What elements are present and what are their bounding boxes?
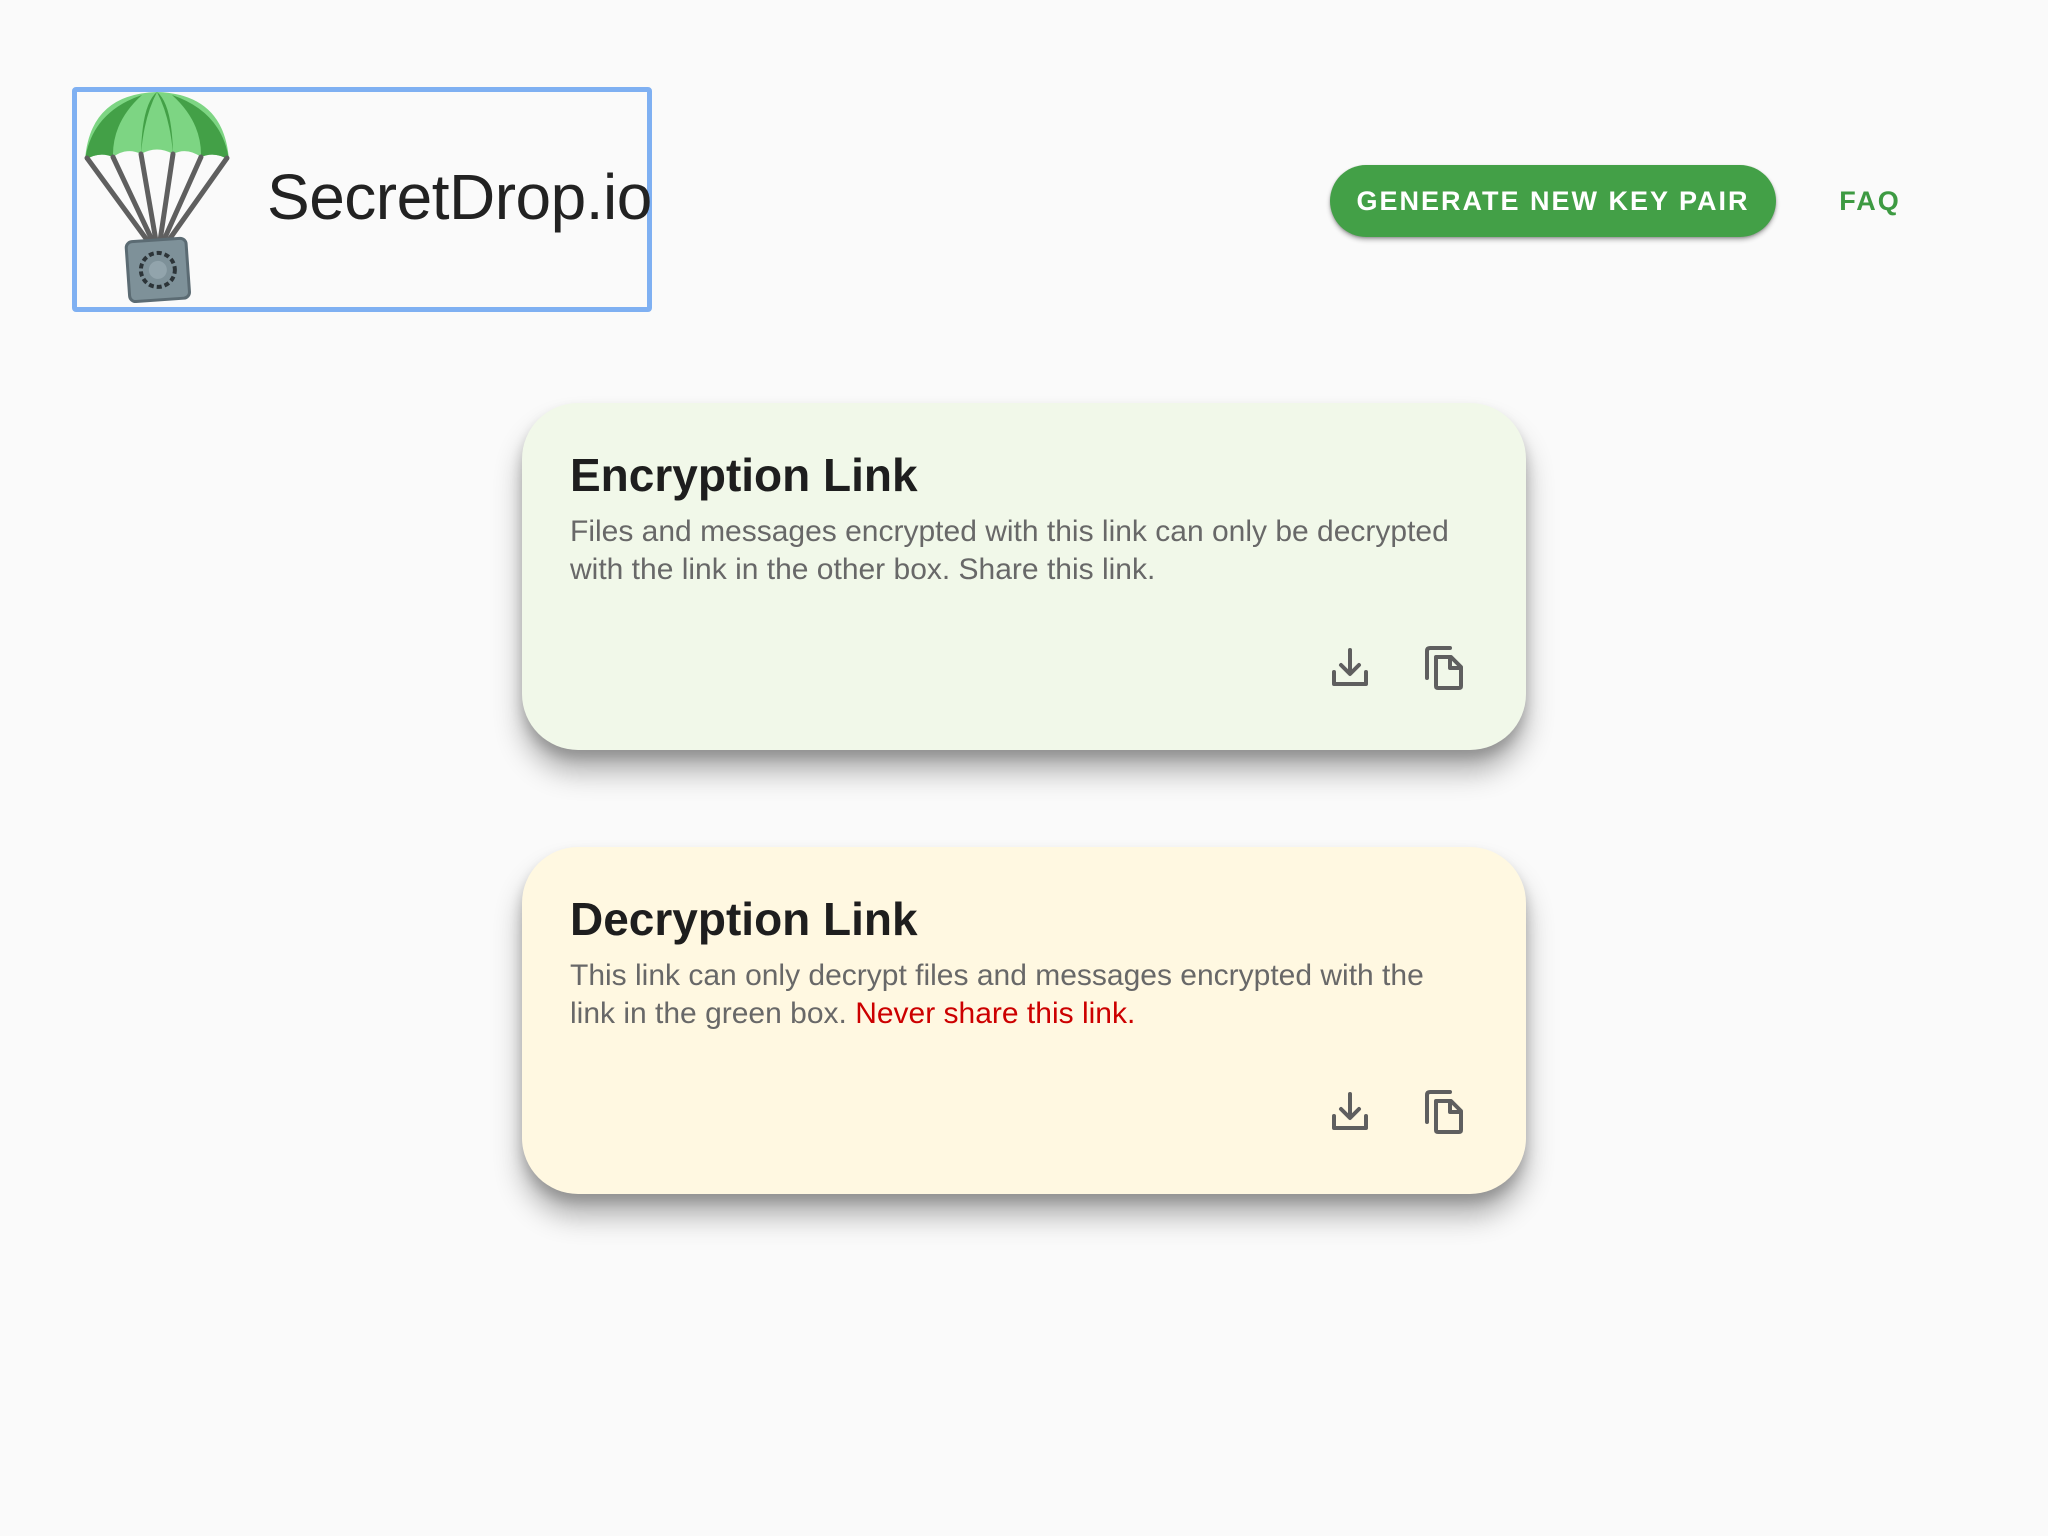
encryption-link-card: Encryption Link Files and messages encry… xyxy=(522,403,1526,750)
copy-icon xyxy=(1425,646,1463,690)
download-icon xyxy=(1332,648,1368,686)
decryption-card-title: Decryption Link xyxy=(570,893,918,945)
encryption-card-description: Files and messages encrypted with this l… xyxy=(570,515,1449,586)
logo-home-link[interactable]: SecretDrop.io xyxy=(72,87,652,312)
faq-link[interactable]: FAQ xyxy=(1820,165,1920,237)
generate-key-pair-button[interactable]: GENERATE NEW KEY PAIR xyxy=(1330,165,1776,237)
parachute-safe-icon xyxy=(84,92,230,304)
encryption-copy-button[interactable] xyxy=(1412,636,1476,700)
encryption-download-button[interactable] xyxy=(1318,636,1382,700)
logo-text: SecretDrop.io xyxy=(267,161,652,233)
decryption-card-description: This link can only decrypt files and mes… xyxy=(570,957,1470,1033)
decryption-download-button[interactable] xyxy=(1318,1080,1382,1144)
decryption-copy-button[interactable] xyxy=(1412,1080,1476,1144)
download-icon xyxy=(1332,1092,1368,1130)
decryption-card-warning: Never share this link. xyxy=(855,997,1136,1030)
encryption-card-title: Encryption Link xyxy=(570,449,918,501)
copy-icon xyxy=(1425,1090,1463,1134)
decryption-link-card: Decryption Link This link can only decry… xyxy=(522,847,1526,1194)
